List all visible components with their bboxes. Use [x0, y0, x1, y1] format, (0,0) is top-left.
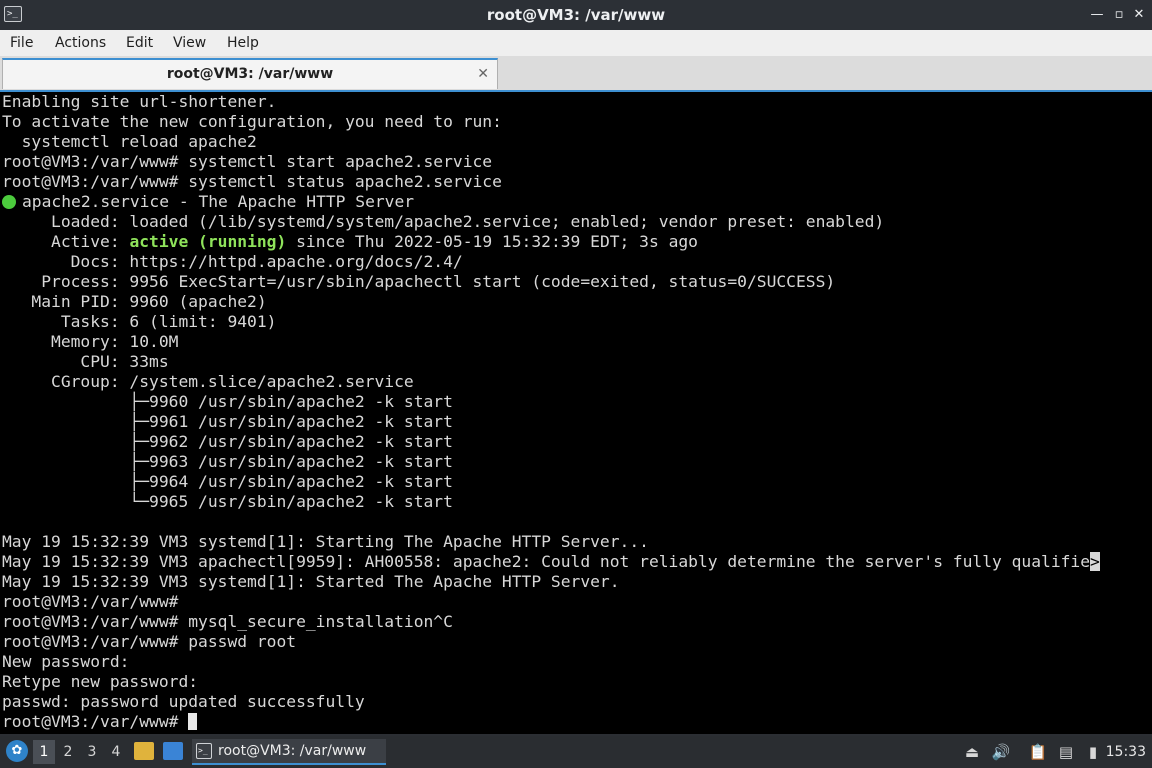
- terminal-line: New password:: [2, 652, 130, 671]
- terminal-output[interactable]: Enabling site url-shortener. To activate…: [0, 90, 1152, 734]
- terminal-line: ├─9964 /usr/sbin/apache2 -k start: [2, 472, 453, 491]
- eject-icon[interactable]: ⏏: [962, 742, 982, 762]
- active-state-line: Active: active (running) since Thu 2022-…: [2, 232, 698, 252]
- workspace-4[interactable]: 4: [105, 740, 127, 764]
- terminal-line: Memory: 10.0M: [2, 332, 179, 351]
- terminal-line: root@VM3:/var/www# systemctl start apach…: [2, 152, 493, 171]
- terminal-icon: >_: [196, 743, 212, 759]
- menu-actions[interactable]: Actions: [55, 30, 106, 56]
- tab-label: root@VM3: /var/www: [166, 66, 334, 82]
- workspace-3[interactable]: 3: [81, 740, 103, 764]
- terminal-line: ├─9963 /usr/sbin/apache2 -k start: [2, 452, 453, 471]
- terminal-line: CPU: 33ms: [2, 352, 169, 371]
- terminal-line: Docs: https://httpd.apache.org/docs/2.4/: [2, 252, 463, 271]
- terminal-line: passwd: password updated successfully: [2, 692, 365, 711]
- terminal-line: root@VM3:/var/www# systemctl status apac…: [2, 172, 502, 191]
- terminal-line: ├─9960 /usr/sbin/apache2 -k start: [2, 392, 453, 411]
- terminal-line: To activate the new configuration, you n…: [2, 112, 502, 131]
- workspace-1[interactable]: 1: [33, 740, 55, 764]
- close-button[interactable]: ✕: [1128, 4, 1150, 26]
- service-title: apache2.service - The Apache HTTP Server: [22, 192, 415, 211]
- window-titlebar: >_ root@VM3: /var/www — ▫ ✕: [0, 0, 1152, 30]
- terminal-line: May 19 15:32:39 VM3 systemd[1]: Starting…: [2, 532, 649, 551]
- terminal-line: CGroup: /system.slice/apache2.service: [2, 372, 414, 391]
- terminal-line: Tasks: 6 (limit: 9401): [2, 312, 277, 331]
- log-text: May 19 15:32:39 VM3 apachectl[9959]: AH0…: [2, 552, 1091, 571]
- maximize-button[interactable]: ▫: [1108, 4, 1130, 26]
- terminal-line: root@VM3:/var/www# passwd root: [2, 632, 297, 651]
- terminal-line: May 19 15:32:39 VM3 systemd[1]: Started …: [2, 572, 620, 591]
- terminal-line: systemctl reload apache2: [2, 132, 257, 151]
- terminal-line: └─9965 /usr/sbin/apache2 -k start: [2, 492, 453, 511]
- terminal-line: Loaded: loaded (/lib/systemd/system/apac…: [2, 212, 885, 231]
- volume-icon[interactable]: 🔊: [990, 742, 1012, 762]
- workspace-2[interactable]: 2: [57, 740, 79, 764]
- truncation-marker: >: [1090, 552, 1100, 571]
- file-manager-icon[interactable]: [134, 742, 154, 760]
- service-status-line: apache2.service - The Apache HTTP Server: [2, 192, 414, 212]
- terminal-line: Enabling site url-shortener.: [2, 92, 277, 111]
- menu-edit[interactable]: Edit: [126, 30, 153, 56]
- prompt: root@VM3:/var/www#: [2, 712, 189, 731]
- text-cursor: [188, 713, 198, 730]
- show-desktop-icon[interactable]: [163, 742, 183, 760]
- network-icon[interactable]: ▤: [1055, 742, 1077, 762]
- terminal-line: root@VM3:/var/www# mysql_secure_installa…: [2, 612, 453, 631]
- active-label: Active:: [2, 232, 130, 251]
- tab-close-icon[interactable]: ✕: [477, 64, 489, 84]
- clock[interactable]: 15:33: [1106, 736, 1146, 768]
- terminal-line: ├─9962 /usr/sbin/apache2 -k start: [2, 432, 453, 451]
- menu-file[interactable]: File: [10, 30, 33, 56]
- terminal-line: Process: 9956 ExecStart=/usr/sbin/apache…: [2, 272, 836, 291]
- minimize-button[interactable]: —: [1086, 4, 1108, 26]
- power-icon[interactable]: ▮: [1082, 742, 1104, 762]
- task-label: root@VM3: /var/www: [218, 743, 367, 759]
- menu-view[interactable]: View: [173, 30, 206, 56]
- status-dot-icon: [2, 195, 16, 209]
- window-title: root@VM3: /var/www: [486, 6, 666, 24]
- active-state-value: active (running): [129, 232, 287, 251]
- menu-help[interactable]: Help: [227, 30, 259, 56]
- terminal-line: ├─9961 /usr/sbin/apache2 -k start: [2, 412, 453, 431]
- active-since: since Thu 2022-05-19 15:32:39 EDT; 3s ag…: [286, 232, 698, 251]
- start-menu-icon[interactable]: ✿: [6, 740, 28, 762]
- clipboard-icon[interactable]: 📋: [1027, 742, 1049, 762]
- terminal-line: Main PID: 9960 (apache2): [2, 292, 267, 311]
- prompt-line[interactable]: root@VM3:/var/www#: [2, 712, 198, 732]
- menu-bar: File Actions Edit View Help: [0, 30, 1152, 56]
- tab-bar: root@VM3: /var/www ✕: [0, 56, 1152, 91]
- truncated-log-line: May 19 15:32:39 VM3 apachectl[9959]: AH0…: [2, 552, 1100, 572]
- terminal-tab[interactable]: root@VM3: /var/www ✕: [2, 58, 498, 89]
- taskbar-terminal-button[interactable]: >_ root@VM3: /var/www: [192, 739, 386, 765]
- terminal-line: Retype new password:: [2, 672, 199, 691]
- terminal-line: root@VM3:/var/www#: [2, 592, 179, 611]
- taskbar: ✿ 1 2 3 4 >_ root@VM3: /var/www ⏏ 🔊 📋 ▤ …: [0, 736, 1152, 768]
